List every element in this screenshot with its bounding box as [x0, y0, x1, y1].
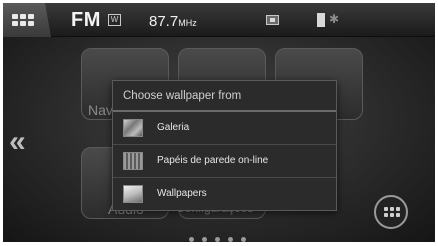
frequency-value: 87.7 — [149, 13, 179, 30]
status-bar: FM W 87.7MHz ✱ — [3, 3, 435, 37]
apps-grid-icon — [12, 14, 34, 27]
source-label[interactable]: FM — [71, 9, 101, 32]
page-dot[interactable] — [241, 237, 246, 242]
wallpaper-chooser-dialog: Choose wallpaper from Galeria Papéis de … — [112, 80, 337, 211]
page-dot[interactable] — [215, 237, 220, 242]
page-dot[interactable] — [202, 237, 207, 242]
bluetooth-icon: ✱ — [329, 12, 340, 26]
option-live-wallpapers[interactable]: Papéis de parede on-line — [113, 145, 336, 178]
all-apps-button[interactable] — [374, 195, 408, 229]
dialog-title: Choose wallpaper from — [123, 90, 242, 102]
tile-navigation-label: Nav — [88, 102, 113, 118]
sd-card-icon — [266, 15, 279, 25]
live-wallpaper-icon — [123, 152, 143, 170]
apps-grid-icon — [384, 207, 400, 217]
gallery-icon — [123, 119, 143, 137]
frequency-readout: 87.7MHz — [149, 13, 197, 30]
back-arrow-icon[interactable]: « — [9, 125, 26, 159]
screen: FM W 87.7MHz ✱ Nav Audio Configurações « — [0, 0, 438, 246]
page-dot[interactable] — [189, 237, 194, 242]
option-wallpapers[interactable]: Wallpapers — [113, 178, 336, 211]
option-galeria[interactable]: Galeria — [113, 112, 336, 145]
frequency-unit: MHz — [178, 18, 197, 28]
option-galeria-label: Galeria — [157, 122, 190, 133]
apps-tab-button[interactable] — [3, 3, 51, 37]
page-indicator — [189, 237, 246, 242]
wallpapers-icon — [123, 185, 143, 203]
page-dot[interactable] — [228, 237, 233, 242]
option-wallpapers-label: Wallpapers — [157, 188, 207, 199]
usb-icon — [317, 13, 325, 27]
option-live-wallpapers-label: Papéis de parede on-line — [157, 155, 269, 166]
w-icon: W — [108, 14, 121, 26]
